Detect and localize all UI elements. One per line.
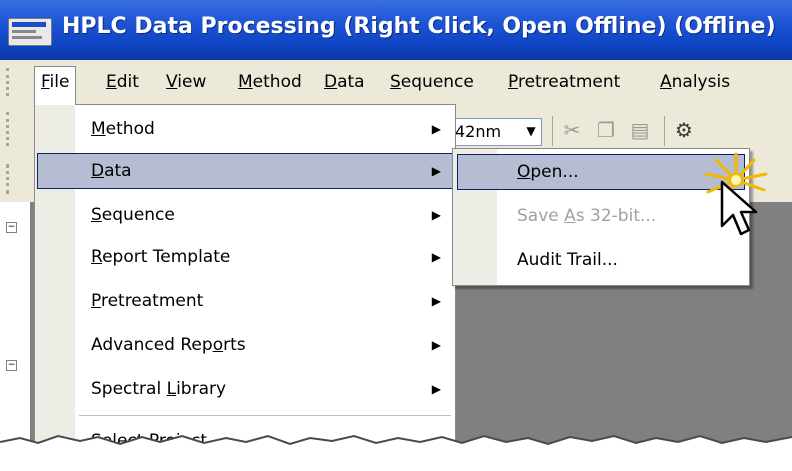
app-icon[interactable]: [8, 18, 52, 46]
menu-sequence[interactable]: Sequence: [384, 68, 480, 96]
toolbar-separator: [664, 116, 665, 146]
menu-item-label: Save As 32-bit...: [517, 206, 657, 226]
submenu-arrow-icon: ▶: [431, 338, 441, 352]
menu-file[interactable]: File: [34, 66, 77, 105]
toolbar-secondary-grip[interactable]: [6, 164, 12, 194]
menu-view[interactable]: View: [160, 68, 212, 96]
chevron-down-icon[interactable]: ▼: [523, 121, 539, 141]
mouse-pointer-icon: [720, 180, 758, 236]
menu-pretreatment[interactable]: Pretreatment: [502, 68, 626, 96]
file-menu-item-method[interactable]: Method ▶: [35, 109, 455, 149]
toolbar-separator: [552, 116, 553, 146]
menu-analysis[interactable]: Analysis: [654, 68, 736, 96]
screenshot-stage: HPLC Data Processing (Right Click, Open …: [0, 0, 792, 471]
submenu-arrow-icon: ▶: [431, 208, 441, 222]
wavelength-value: 42nm: [455, 122, 502, 141]
file-menu-item-report-template[interactable]: Report Template ▶: [35, 237, 455, 277]
menu-method[interactable]: Method: [232, 68, 308, 96]
menu-item-label: Advanced Reports: [91, 335, 246, 355]
menu-separator: [79, 415, 451, 416]
menu-item-label: Open...: [517, 162, 579, 182]
submenu-item-audit-trail[interactable]: Audit Trail...: [453, 239, 749, 281]
cut-icon[interactable]: ✂: [560, 118, 584, 142]
file-menu-dropdown: Method ▶ Data ▶ Sequence ▶ Report Templa…: [34, 104, 456, 471]
menu-item-label: Report Template: [91, 247, 231, 267]
submenu-arrow-icon: ▶: [431, 294, 441, 308]
submenu-arrow-icon: ▶: [431, 250, 441, 264]
copy-icon[interactable]: ❐: [594, 118, 618, 142]
submenu-arrow-icon: ▶: [431, 382, 441, 396]
submenu-arrow-icon: ▶: [431, 164, 441, 178]
submenu-arrow-icon: ▶: [431, 122, 441, 136]
menu-item-label: Sequence: [91, 205, 175, 225]
toolbar-tool-icon[interactable]: ⚙: [672, 118, 696, 142]
menu-item-label: Data: [91, 161, 132, 181]
menubar-grip[interactable]: [6, 68, 12, 96]
file-menu-item-pretreatment[interactable]: Pretreatment ▶: [35, 281, 455, 321]
paste-icon[interactable]: ▤: [628, 118, 652, 142]
menu-item-label: Pretreatment: [91, 291, 204, 311]
toolbar-grip[interactable]: [6, 112, 12, 146]
menu-item-label: Method: [91, 119, 155, 139]
menu-bar: File Edit View Method Data Sequence Pret…: [0, 60, 792, 105]
title-bar[interactable]: HPLC Data Processing (Right Click, Open …: [0, 0, 792, 60]
window-title: HPLC Data Processing (Right Click, Open …: [62, 14, 776, 39]
file-menu-item-sequence[interactable]: Sequence ▶: [35, 195, 455, 235]
file-menu-item-advanced-reports[interactable]: Advanced Reports ▶: [35, 325, 455, 365]
menu-data[interactable]: Data: [318, 68, 371, 96]
file-menu-item-data[interactable]: Data ▶: [35, 151, 455, 191]
tree-expand-icon[interactable]: −: [6, 222, 17, 233]
menu-edit[interactable]: Edit: [100, 68, 145, 96]
wavelength-combo[interactable]: 42nm ▼: [452, 118, 542, 146]
torn-edge: [0, 434, 792, 471]
menu-item-label: Audit Trail...: [517, 250, 618, 270]
menu-item-label: Spectral Library: [91, 379, 227, 399]
tree-expand-icon[interactable]: −: [6, 360, 17, 371]
file-menu-item-spectral-library[interactable]: Spectral Library ▶: [35, 369, 455, 409]
